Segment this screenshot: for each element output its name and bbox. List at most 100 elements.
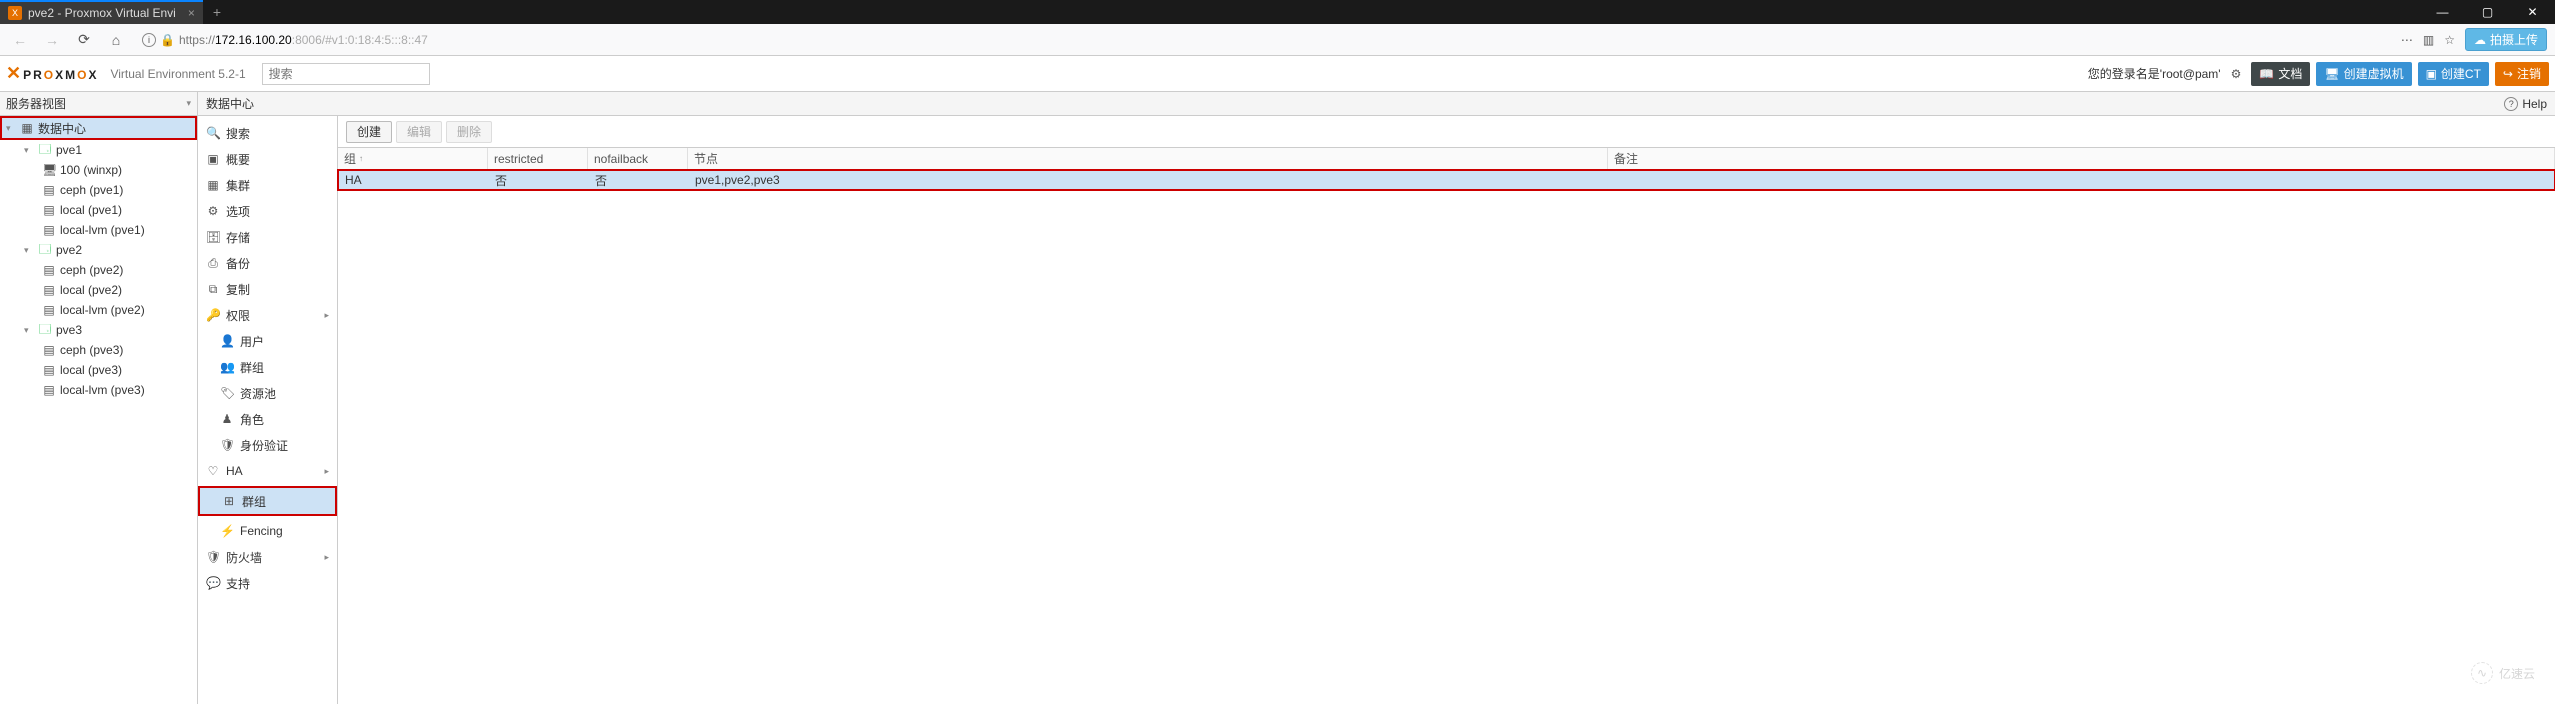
sidemenu-item[interactable]: 🔑权限▸ bbox=[198, 302, 337, 328]
upload-badge[interactable]: ☁ 拍摄上传 bbox=[2465, 28, 2547, 51]
tree-item[interactable]: ▤ceph (pve3) bbox=[0, 340, 197, 360]
tree-item[interactable]: ▤local (pve2) bbox=[0, 280, 197, 300]
main-area: 服务器视图▾ ▾ ▦ 数据中心 ▾🗔pve1🖥100 (winxp)▤ceph … bbox=[0, 92, 2555, 704]
minimize-button[interactable]: — bbox=[2420, 0, 2465, 24]
bookmark-icon[interactable]: ☆ bbox=[2444, 33, 2455, 47]
sidemenu-subitem[interactable]: 🏷资源池 bbox=[198, 380, 337, 406]
caret-icon[interactable]: ▾ bbox=[24, 325, 34, 336]
proxmox-logo[interactable]: ✕ PROXMOX bbox=[6, 63, 98, 84]
storage-icon: 🖥 bbox=[42, 163, 56, 177]
menu-icon: ♡ bbox=[206, 464, 220, 478]
global-search-input[interactable] bbox=[262, 63, 430, 85]
sort-asc-icon: ↑ bbox=[359, 154, 363, 163]
create-vm-button[interactable]: 🖥创建虚拟机 bbox=[2316, 62, 2411, 86]
storage-icon: ▤ bbox=[42, 383, 56, 397]
table-row[interactable]: HA 否 否 pve1,pve2,pve3 bbox=[337, 169, 2555, 191]
tree-view-selector[interactable]: 服务器视图▾ bbox=[0, 92, 197, 116]
cell-nodes: pve1,pve2,pve3 bbox=[689, 171, 1609, 189]
menu-icon: ⎙ bbox=[206, 256, 220, 271]
tree-item[interactable]: ▤local-lvm (pve2) bbox=[0, 300, 197, 320]
content-header: 数据中心 Help bbox=[198, 92, 2555, 116]
browser-toolbar: ← → ⟳ ⌂ i 🔒 https://172.16.100.20:8006/#… bbox=[0, 24, 2555, 56]
tree-datacenter[interactable]: ▾ ▦ 数据中心 bbox=[2, 118, 195, 138]
storage-icon: ▤ bbox=[42, 263, 56, 277]
tree-item[interactable]: ▤local-lvm (pve1) bbox=[0, 220, 197, 240]
sidemenu-item[interactable]: ⧉复制 bbox=[198, 276, 337, 302]
cloud-icon: ☁ bbox=[2474, 33, 2486, 47]
sidemenu-subitem[interactable]: ⊞群组 bbox=[200, 488, 335, 514]
col-restricted[interactable]: restricted bbox=[488, 148, 588, 169]
forward-button[interactable]: → bbox=[40, 28, 64, 52]
create-ct-button[interactable]: ▣创建CT bbox=[2418, 62, 2489, 86]
logout-icon: ↪ bbox=[2503, 67, 2513, 81]
storage-icon: ▤ bbox=[42, 183, 56, 197]
cell-restricted: 否 bbox=[489, 171, 589, 189]
tab-close-icon[interactable]: × bbox=[188, 6, 195, 20]
lock-icon: 🔒 bbox=[160, 33, 175, 47]
caret-icon[interactable]: ▾ bbox=[24, 245, 34, 256]
server-icon: 🗔 bbox=[38, 320, 52, 341]
library-icon[interactable]: ▥ bbox=[2423, 33, 2434, 47]
sidemenu-item[interactable]: 🔍搜索 bbox=[198, 120, 337, 146]
tab-title: pve2 - Proxmox Virtual Envi bbox=[28, 6, 176, 20]
back-button[interactable]: ← bbox=[8, 28, 32, 52]
help-button[interactable]: Help bbox=[2504, 97, 2547, 111]
col-nofailback[interactable]: nofailback bbox=[588, 148, 688, 169]
chevron-right-icon: ▸ bbox=[324, 466, 329, 477]
col-comment[interactable]: 备注 bbox=[1608, 148, 2555, 169]
tree-node-pve3[interactable]: ▾🗔pve3 bbox=[0, 320, 197, 340]
remove-button[interactable]: 删除 bbox=[446, 121, 492, 143]
docs-button[interactable]: 📖文档 bbox=[2251, 62, 2310, 86]
col-group[interactable]: 组↑ bbox=[338, 148, 488, 169]
caret-icon[interactable]: ▾ bbox=[24, 145, 34, 156]
sidemenu-item[interactable]: ▣概要 bbox=[198, 146, 337, 172]
create-button[interactable]: 创建 bbox=[346, 121, 392, 143]
maximize-button[interactable]: ▢ bbox=[2465, 0, 2510, 24]
window-controls: — ▢ ✕ bbox=[2420, 0, 2555, 24]
book-icon: 📖 bbox=[2259, 67, 2274, 81]
version-label: Virtual Environment 5.2-1 bbox=[110, 67, 245, 81]
sidemenu-item[interactable]: ♡HA▸ bbox=[198, 458, 337, 484]
menu-icon: ⧉ bbox=[206, 282, 220, 297]
settings-gear-icon[interactable]: ⚙ bbox=[2227, 67, 2246, 81]
tree-node-pve2[interactable]: ▾🗔pve2 bbox=[0, 240, 197, 260]
tree-item[interactable]: ▤ceph (pve2) bbox=[0, 260, 197, 280]
menu-icon: 🔍 bbox=[206, 126, 220, 140]
browser-tab[interactable]: X pve2 - Proxmox Virtual Envi × bbox=[0, 0, 203, 24]
sidemenu-item[interactable]: ⚙选项 bbox=[198, 198, 337, 224]
menu-icon: 💬 bbox=[206, 576, 220, 590]
new-tab-button[interactable]: + bbox=[203, 4, 231, 20]
sidemenu-subitem[interactable]: 👥群组 bbox=[198, 354, 337, 380]
url-bar[interactable]: i 🔒 https://172.16.100.20:8006/#v1:0:18:… bbox=[136, 28, 2393, 52]
sidemenu-subitem[interactable]: ⚡Fencing bbox=[198, 518, 337, 544]
info-icon[interactable]: i bbox=[142, 33, 156, 47]
sidemenu-item[interactable]: ⎙备份 bbox=[198, 250, 337, 276]
sidemenu-item[interactable]: 🛡防火墙▸ bbox=[198, 544, 337, 570]
tree-item[interactable]: ▤local-lvm (pve3) bbox=[0, 380, 197, 400]
tree-item[interactable]: ▤local (pve3) bbox=[0, 360, 197, 380]
close-button[interactable]: ✕ bbox=[2510, 0, 2555, 24]
tree-item[interactable]: 🖥100 (winxp) bbox=[0, 160, 197, 180]
col-nodes[interactable]: 节点 bbox=[688, 148, 1608, 169]
menu-icon: ⊞ bbox=[222, 494, 236, 508]
logout-button[interactable]: ↪注销 bbox=[2495, 62, 2549, 86]
sidemenu-subitem[interactable]: 🛡身份验证 bbox=[198, 432, 337, 458]
caret-icon[interactable]: ▾ bbox=[6, 123, 16, 134]
menu-icon: 👤 bbox=[220, 334, 234, 348]
pve-header: ✕ PROXMOX Virtual Environment 5.2-1 您的登录… bbox=[0, 56, 2555, 92]
sidemenu-subitem[interactable]: 👤用户 bbox=[198, 328, 337, 354]
tree-item[interactable]: ▤local (pve1) bbox=[0, 200, 197, 220]
sidemenu-subitem[interactable]: ♟角色 bbox=[198, 406, 337, 432]
tree-node-pve1[interactable]: ▾🗔pve1 bbox=[0, 140, 197, 160]
cell-nofailback: 否 bbox=[589, 171, 689, 189]
grid-header: 组↑ restricted nofailback 节点 备注 bbox=[338, 148, 2555, 170]
page-actions-icon[interactable]: ⋯ bbox=[2401, 33, 2413, 47]
sidemenu-item[interactable]: 💬支持 bbox=[198, 570, 337, 596]
tree-item[interactable]: ▤ceph (pve1) bbox=[0, 180, 197, 200]
edit-button[interactable]: 编辑 bbox=[396, 121, 442, 143]
sidemenu-item[interactable]: 🗄存储 bbox=[198, 224, 337, 250]
sidemenu-item[interactable]: ▦集群 bbox=[198, 172, 337, 198]
menu-icon: 🔑 bbox=[206, 308, 220, 322]
reload-button[interactable]: ⟳ bbox=[72, 28, 96, 52]
home-button[interactable]: ⌂ bbox=[104, 28, 128, 52]
